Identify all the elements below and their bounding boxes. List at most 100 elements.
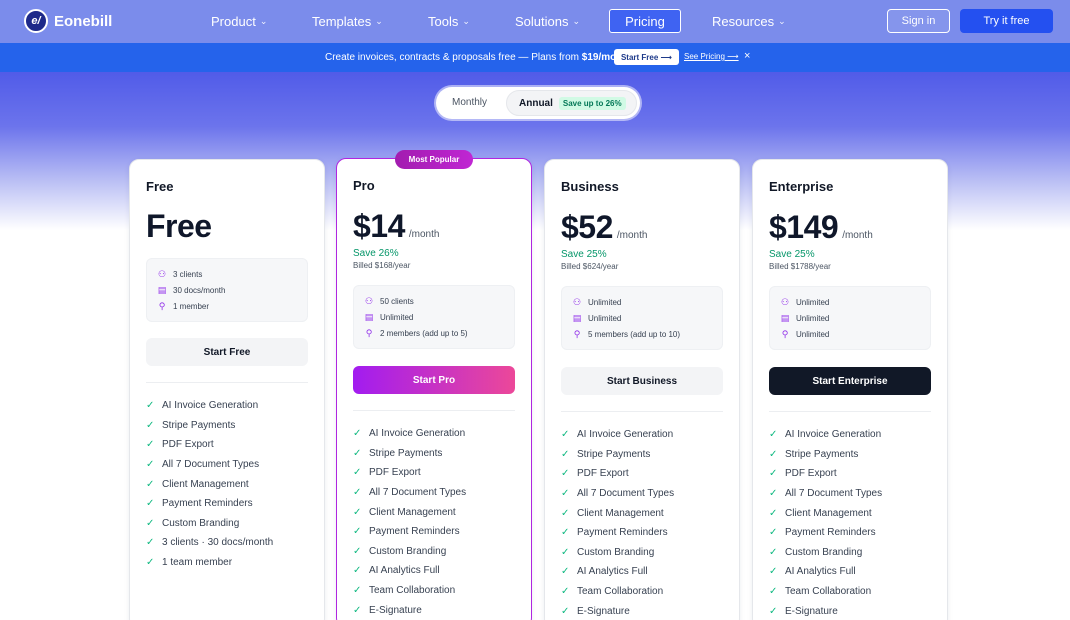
nav-item-label: Tools [428,13,459,29]
check-icon: ✓ [353,428,362,440]
check-icon: ✓ [561,566,570,578]
limit-text: Unlimited [796,297,830,307]
nav-item-solutions[interactable]: Solutions ⌄ [515,11,580,31]
feature-label: All 7 Document Types [577,488,675,500]
check-icon: ✓ [146,557,155,569]
check-icon: ✓ [146,537,155,549]
brand-logo[interactable]: e/ Eonebill [24,9,112,33]
start-enterprise-button[interactable]: Start Enterprise [769,367,931,395]
plan-price-period: /month [842,230,873,241]
feature-item: ✓ Custom Branding [353,542,523,562]
limit-row: ⚲ 2 members (add up to 5) [364,325,504,341]
feature-item: ✓ Payment Reminders [769,523,939,543]
check-icon: ✓ [146,498,155,510]
nav-item-templates[interactable]: Templates ⌄ [312,11,383,31]
feature-item: ✓ Team Collaboration [769,582,939,602]
chevron-down-icon: ⌄ [572,15,581,26]
banner-see-pricing-link[interactable]: See Pricing ⟶ [684,52,739,61]
feature-label: Stripe Payments [577,448,651,460]
toggle-annual[interactable]: Annual Save up to 26% [506,90,637,116]
limit-row: ⚲ 1 member [157,298,297,314]
check-icon: ✓ [146,400,155,412]
check-icon: ✓ [353,506,362,518]
feature-label: Client Management [162,478,249,490]
feature-label: Stripe Payments [785,448,859,460]
feature-item: ✓ Custom Branding [146,514,316,534]
limit-row: ▤ Unlimited [364,309,504,325]
check-icon: ✓ [353,545,362,557]
try-free-button[interactable]: Try it free [960,9,1053,33]
close-icon[interactable]: × [744,50,750,62]
feature-item: ✓ Stripe Payments [146,416,316,436]
plan-limits: ⚇ Unlimited ▤ Unlimited ⚲ Unlimited [769,286,931,350]
toggle-annual-label: Annual [519,97,553,109]
limit-text: 5 members (add up to 10) [588,329,681,339]
start-pro-button[interactable]: Start Pro [353,366,515,394]
banner-start-free-button[interactable]: Start Free ⟶ [614,49,679,65]
feature-item: ✓ All 7 Document Types [353,483,523,503]
plan-name: Business [561,179,619,194]
plan-limits: ⚇ 3 clients ▤ 30 docs/month ⚲ 1 member [146,258,308,322]
limit-text: Unlimited [796,329,830,339]
feature-label: Payment Reminders [577,527,668,539]
plan-limits: ⚇ Unlimited ▤ Unlimited ⚲ 5 members (add… [561,286,723,350]
feature-label: Payment Reminders [785,527,876,539]
plan-limits: ⚇ 50 clients ▤ Unlimited ⚲ 2 members (ad… [353,285,515,349]
plan-name: Free [146,179,174,194]
feature-label: PDF Export [577,468,629,480]
check-icon: ✓ [146,419,155,431]
start-free-button[interactable]: Start Free [146,338,308,366]
feature-item: ✓ Stripe Payments [769,445,939,465]
check-icon: ✓ [769,448,778,460]
feature-label: Stripe Payments [162,419,236,431]
nav-item-product[interactable]: Product ⌄ [211,11,267,31]
check-icon: ✓ [561,429,570,441]
feature-label: PDF Export [369,467,421,479]
check-icon: ✓ [769,586,778,598]
plan-billed: Billed $624/year [561,262,619,271]
feature-label: Custom Branding [162,517,240,529]
plan-name: Enterprise [769,179,834,194]
users-icon: ⚇ [157,268,167,279]
limit-text: 30 docs/month [173,285,226,295]
check-icon: ✓ [769,605,778,617]
feature-label: E-Signature [785,605,838,617]
plan-price-period: /month [408,229,440,240]
nav-item-resources[interactable]: Resources ⌄ [712,11,786,31]
limit-text: 50 clients [380,296,414,306]
nav-item-pricing[interactable]: Pricing [609,9,681,33]
feature-item: ✓ Team Collaboration [561,582,731,602]
check-icon: ✓ [561,488,570,500]
banner-text-prefix: Create invoices, contracts & proposals f… [325,52,582,63]
limit-text: Unlimited [588,297,622,307]
limit-row: ⚇ Unlimited [780,294,920,310]
feature-label: Custom Branding [785,546,863,558]
nav-item-tools[interactable]: Tools ⌄ [428,11,470,31]
feature-item: ✓ Custom Branding [769,543,939,563]
feature-item: ✓ PDF Export [769,464,939,484]
feature-label: AI Analytics Full [785,566,856,578]
divider [353,410,515,411]
plan-price-amount: $52 [561,209,613,245]
limit-row: ▤ 30 docs/month [157,282,297,298]
check-icon: ✓ [561,448,570,460]
user-add-icon: ⚲ [573,328,581,339]
limit-text: Unlimited [380,312,414,322]
toggle-monthly[interactable]: Monthly [452,97,487,108]
feature-item: ✓ E-Signature [353,600,523,620]
user-add-icon: ⚲ [158,300,166,311]
limit-row: ⚲ Unlimited [780,326,920,342]
chevron-down-icon: ⌄ [259,15,268,26]
start-business-button[interactable]: Start Business [561,367,723,395]
chevron-down-icon: ⌄ [778,15,786,26]
document-icon: ▤ [572,312,582,323]
feature-item: ✓ Team Collaboration [353,581,523,601]
limit-row: ⚲ 5 members (add up to 10) [572,326,712,342]
sign-in-button[interactable]: Sign in [887,9,950,33]
limit-row: ⚇ Unlimited [572,294,712,310]
feature-label: Payment Reminders [369,526,460,538]
feature-label: All 7 Document Types [162,459,260,471]
check-icon: ✓ [769,546,778,558]
feature-label: Team Collaboration [577,586,664,598]
users-icon: ⚇ [572,296,582,307]
